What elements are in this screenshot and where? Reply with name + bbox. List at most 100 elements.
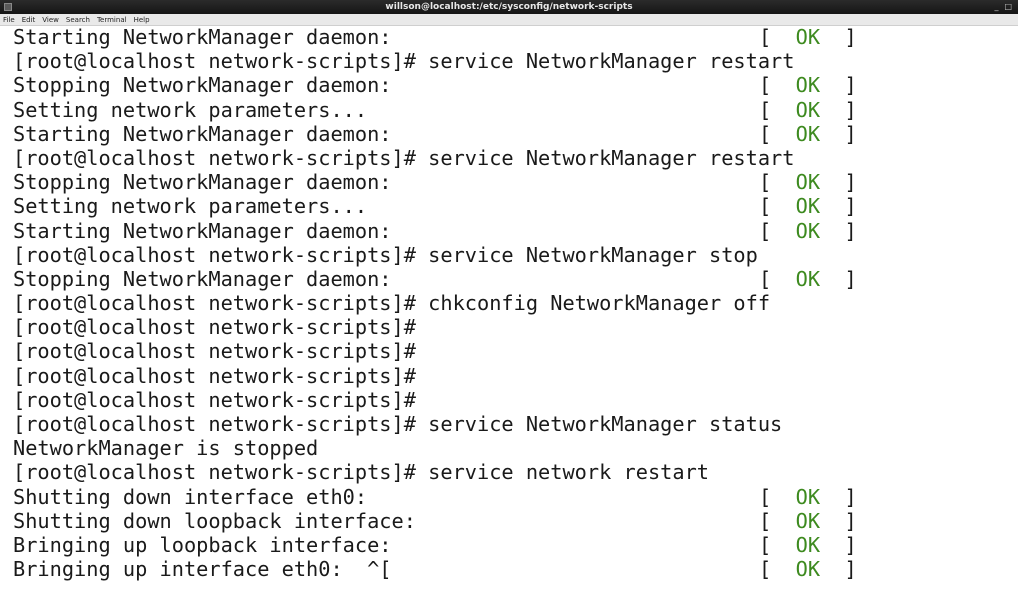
status-ok-label: OK: [795, 73, 821, 98]
terminal-line: [root@localhost network-scripts]#: [13, 388, 1013, 412]
terminal-line: [root@localhost network-scripts]# servic…: [13, 412, 1013, 436]
status-indicator: [ OK ]: [759, 194, 857, 218]
status-indicator: [ OK ]: [759, 509, 857, 533]
status-bracket-right: ]: [820, 170, 857, 195]
terminal-line-text: Setting network parameters...: [13, 97, 368, 122]
terminal-line: [root@localhost network-scripts]# servic…: [13, 49, 1013, 73]
terminal-line: [root@localhost network-scripts]# servic…: [13, 243, 1013, 267]
status-bracket-left: [: [759, 170, 796, 195]
status-bracket-right: ]: [820, 73, 857, 98]
terminal-line-text: Starting NetworkManager daemon:: [13, 121, 392, 146]
status-bracket-right: ]: [820, 97, 857, 122]
terminal-line: [root@localhost network-scripts]# servic…: [13, 146, 1013, 170]
terminal-line: [root@localhost network-scripts]# servic…: [13, 460, 1013, 484]
status-bracket-right: ]: [820, 532, 857, 557]
terminal-line: Stopping NetworkManager daemon: [ OK ]: [13, 267, 1013, 291]
terminal-line-text: [root@localhost network-scripts]# servic…: [13, 460, 709, 485]
terminal-line-text: Bringing up loopback interface:: [13, 532, 392, 557]
terminal-line-text: [root@localhost network-scripts]#: [13, 315, 416, 340]
status-bracket-right: ]: [820, 218, 857, 243]
terminal-line: [root@localhost network-scripts]# chkcon…: [13, 291, 1013, 315]
terminal-line: Starting NetworkManager daemon: [ OK ]: [13, 25, 1013, 49]
terminal-output[interactable]: Starting NetworkManager daemon:[ OK ] [ro…: [13, 25, 1013, 606]
status-bracket-left: [: [759, 25, 796, 49]
maximize-button[interactable]: □: [1004, 0, 1012, 14]
terminal-line: Starting NetworkManager daemon: [ OK ]: [13, 122, 1013, 146]
menu-search[interactable]: Search: [66, 14, 90, 25]
terminal-line-text: [root@localhost network-scripts]# servic…: [13, 412, 783, 436]
status-bracket-left: [: [759, 508, 796, 533]
status-bracket-left: [: [759, 97, 796, 122]
terminal-window: willson@localhost:/etc/sysconfig/network…: [0, 0, 1018, 606]
terminal-line: Shutting down loopback interface: [ OK ]: [13, 509, 1013, 533]
terminal-line: Setting network parameters... [ OK ]: [13, 194, 1013, 218]
status-bracket-right: ]: [820, 25, 857, 49]
terminal-line-text: [root@localhost network-scripts]#: [13, 387, 416, 412]
status-ok-label: OK: [795, 97, 821, 122]
terminal-line-text: [root@localhost network-scripts]# servic…: [13, 49, 795, 74]
status-indicator: [ OK ]: [759, 98, 857, 122]
status-ok-label: OK: [795, 170, 821, 195]
terminal-line-text: [root@localhost network-scripts]#: [13, 363, 416, 388]
window-title: willson@localhost:/etc/sysconfig/network…: [385, 2, 633, 12]
terminal-line: [root@localhost network-scripts]#: [13, 339, 1013, 363]
terminal-line: [root@localhost network-scripts]#: [13, 315, 1013, 339]
terminal-app-icon: [4, 3, 12, 11]
terminal-line: Setting network parameters... [ OK ]: [13, 98, 1013, 122]
terminal-line: Bringing up loopback interface: [ OK ]: [13, 533, 1013, 557]
menu-edit[interactable]: Edit: [22, 14, 36, 25]
status-indicator: [ OK ]: [759, 122, 857, 146]
minimize-button[interactable]: _: [994, 0, 998, 14]
status-ok-label: OK: [795, 508, 821, 533]
terminal-line-text: Starting NetworkManager daemon:: [13, 218, 392, 243]
status-indicator: [ OK ]: [759, 557, 857, 581]
title-bar: willson@localhost:/etc/sysconfig/network…: [0, 0, 1018, 14]
status-ok-label: OK: [795, 484, 821, 509]
status-indicator: [ OK ]: [759, 485, 857, 509]
status-indicator: [ OK ]: [759, 219, 857, 243]
terminal-line: NetworkManager is stopped: [13, 436, 1013, 460]
status-bracket-left: [: [759, 218, 796, 243]
status-bracket-right: ]: [820, 266, 857, 291]
terminal-line-text: Shutting down loopback interface:: [13, 508, 416, 533]
status-bracket-left: [: [759, 73, 796, 98]
menu-help[interactable]: Help: [134, 14, 150, 25]
terminal-line: Shutting down interface eth0: [ OK ]: [13, 485, 1013, 509]
status-indicator: [ OK ]: [759, 170, 857, 194]
terminal-line-text: [root@localhost network-scripts]# servic…: [13, 242, 758, 267]
terminal-line: Stopping NetworkManager daemon: [ OK ]: [13, 170, 1013, 194]
status-ok-label: OK: [795, 557, 821, 582]
status-bracket-left: [: [759, 557, 796, 582]
status-indicator: [ OK ]: [759, 25, 857, 49]
status-bracket-left: [: [759, 121, 796, 146]
status-indicator: [ OK ]: [759, 533, 857, 557]
terminal-line-text: Bringing up interface eth0: ^[: [13, 557, 392, 582]
status-bracket-right: ]: [820, 508, 857, 533]
status-ok-label: OK: [795, 266, 821, 291]
terminal-line: [root@localhost network-scripts]#: [13, 364, 1013, 388]
status-bracket-right: ]: [820, 194, 857, 219]
status-ok-label: OK: [795, 25, 821, 49]
menu-terminal[interactable]: Terminal: [97, 14, 127, 25]
terminal-line-text: Setting network parameters...: [13, 194, 368, 219]
menu-view[interactable]: View: [42, 14, 59, 25]
status-indicator: [ OK ]: [759, 267, 857, 291]
terminal-line: Stopping NetworkManager daemon: [ OK ]: [13, 73, 1013, 97]
terminal-line: Bringing up interface eth0: ^[ [ OK ]: [13, 557, 1013, 581]
terminal-line-text: Stopping NetworkManager daemon:: [13, 170, 392, 195]
status-ok-label: OK: [795, 218, 821, 243]
status-bracket-right: ]: [820, 484, 857, 509]
terminal-line-text: [root@localhost network-scripts]#: [13, 339, 416, 364]
status-bracket-right: ]: [820, 121, 857, 146]
status-bracket-left: [: [759, 484, 796, 509]
terminal-line-text: Shutting down interface eth0:: [13, 484, 368, 509]
terminal-line-text: [root@localhost network-scripts]# servic…: [13, 145, 795, 170]
menu-file[interactable]: File: [3, 14, 15, 25]
status-indicator: [ OK ]: [759, 73, 857, 97]
terminal-line: Starting NetworkManager daemon: [ OK ]: [13, 219, 1013, 243]
status-ok-label: OK: [795, 194, 821, 219]
terminal-line-text: Stopping NetworkManager daemon:: [13, 266, 392, 291]
status-bracket-left: [: [759, 266, 796, 291]
terminal-line-text: Stopping NetworkManager daemon:: [13, 73, 392, 98]
terminal-line-text: [root@localhost network-scripts]# chkcon…: [13, 291, 771, 316]
